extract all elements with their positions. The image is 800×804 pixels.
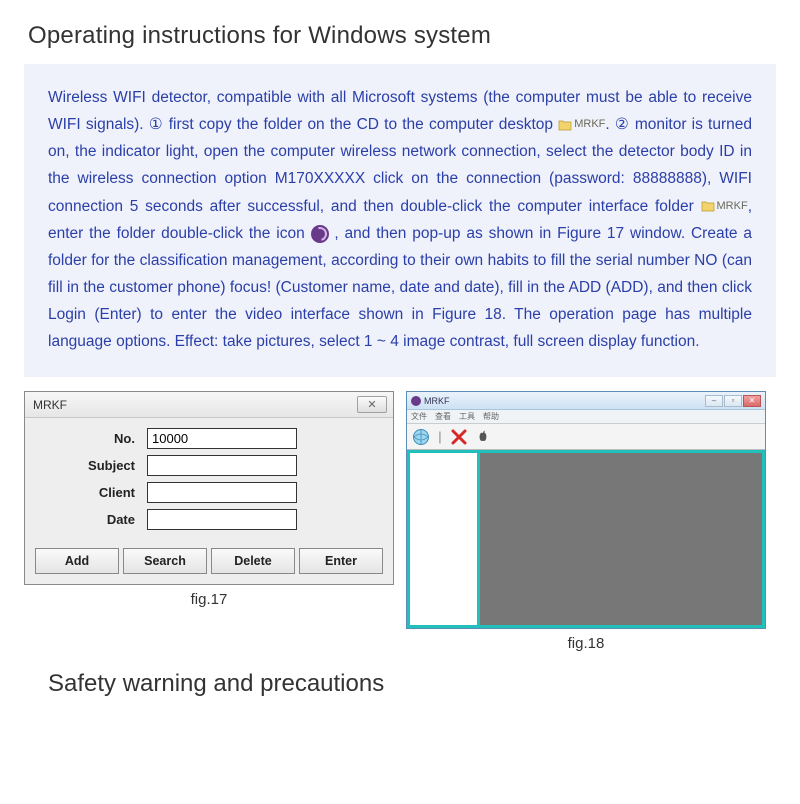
instr-part4: , and then pop-up as shown in Figure 17 … (48, 225, 752, 351)
menu-item[interactable]: 工具 (459, 411, 475, 422)
dialog-titlebar: MRKF ✕ (25, 392, 393, 418)
delete-button[interactable]: Delete (211, 548, 295, 574)
row-client: Client (37, 482, 381, 503)
toolbar: | (407, 424, 765, 450)
row-date: Date (37, 509, 381, 530)
add-button[interactable]: Add (35, 548, 119, 574)
side-panel[interactable] (410, 453, 480, 625)
close-button[interactable]: ✕ (743, 395, 761, 407)
window-buttons: – ▫ ✕ (705, 395, 761, 407)
folder-icon: MRKF (558, 115, 605, 134)
client-field[interactable] (147, 482, 297, 503)
close-button[interactable]: ✕ (357, 396, 387, 413)
dialog-title: MRKF (33, 398, 67, 412)
enter-button[interactable]: Enter (299, 548, 383, 574)
fig17-caption: fig.17 (191, 585, 228, 608)
minimize-button[interactable]: – (705, 395, 723, 407)
dialog-buttons: Add Search Delete Enter (25, 540, 393, 576)
main-area (407, 450, 765, 628)
menu-bar: 文件 查看 工具 帮助 (407, 410, 765, 424)
search-button[interactable]: Search (123, 548, 207, 574)
no-field[interactable] (147, 428, 297, 449)
apple-icon[interactable] (472, 427, 492, 447)
label-date: Date (37, 512, 147, 527)
subject-field[interactable] (147, 455, 297, 476)
label-client: Client (37, 485, 147, 500)
delete-x-icon[interactable] (449, 427, 469, 447)
row-no: No. (37, 428, 381, 449)
globe-icon[interactable] (411, 427, 431, 447)
swirl-icon (311, 225, 329, 243)
folder-icon: MRKF (701, 197, 748, 216)
window-title: MRKF (424, 396, 450, 406)
date-field[interactable] (147, 509, 297, 530)
figure-18: MRKF – ▫ ✕ 文件 查看 工具 帮助 | (406, 391, 766, 652)
menu-item[interactable]: 查看 (435, 411, 451, 422)
page-title: Operating instructions for Windows syste… (0, 0, 800, 64)
app-icon (411, 396, 421, 406)
maximize-button[interactable]: ▫ (724, 395, 742, 407)
label-no: No. (37, 431, 147, 446)
figure-17: MRKF ✕ No. Subject Client Date (24, 391, 394, 608)
menu-item[interactable]: 文件 (411, 411, 427, 422)
menu-item[interactable]: 帮助 (483, 411, 499, 422)
row-subject: Subject (37, 455, 381, 476)
section-heading-safety: Safety warning and precautions (0, 652, 800, 698)
fig18-caption: fig.18 (568, 629, 605, 652)
instructions-paragraph: Wireless WIFI detector, compatible with … (24, 64, 776, 377)
dialog-body: No. Subject Client Date (25, 418, 393, 540)
login-dialog: MRKF ✕ No. Subject Client Date (24, 391, 394, 585)
viewport[interactable] (480, 453, 762, 625)
folder-label: MRKF (717, 197, 748, 216)
label-subject: Subject (37, 458, 147, 473)
toolbar-separator: | (434, 427, 446, 447)
figures-row: MRKF ✕ No. Subject Client Date (0, 391, 800, 652)
window-titlebar: MRKF – ▫ ✕ (407, 392, 765, 410)
app-window: MRKF – ▫ ✕ 文件 查看 工具 帮助 | (406, 391, 766, 629)
folder-label: MRKF (574, 115, 605, 134)
